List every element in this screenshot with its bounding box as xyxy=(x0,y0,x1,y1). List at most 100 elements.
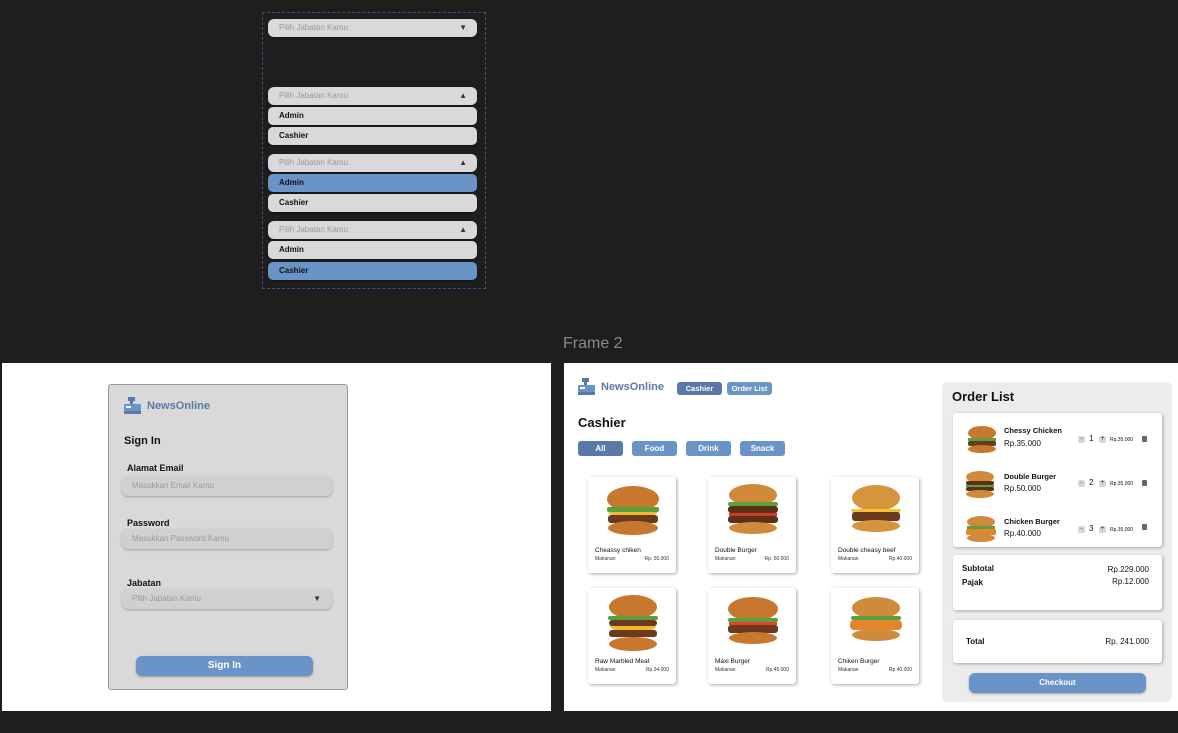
category-tab-drink[interactable]: Drink xyxy=(686,441,731,456)
burger-icon xyxy=(728,597,778,644)
product-card[interactable]: Double Burger Makanan Rp. 50.000 xyxy=(708,477,796,573)
chevron-down-icon: ▼ xyxy=(313,594,321,603)
role-dropdown-open-cashier-hover[interactable]: Pilih Jabatan Kamu ▲ xyxy=(268,221,477,239)
nav-order-list[interactable]: Order List xyxy=(727,382,772,395)
chevron-up-icon: ▲ xyxy=(459,225,467,234)
category-tab-all[interactable]: All xyxy=(578,441,623,456)
signin-brand: NewsOnline xyxy=(123,396,210,415)
product-card[interactable]: Chiken Burger Makanan Rp.40.000 xyxy=(831,588,919,684)
category-tab-snack[interactable]: Snack xyxy=(740,441,785,456)
order-item: Double Burger Rp.50.000 - 2 + Rp.35.000 xyxy=(953,466,1162,506)
cheese-burger-icon xyxy=(851,485,901,532)
product-category: Makanan xyxy=(838,556,859,562)
dropdown-option-admin[interactable]: Admin xyxy=(268,174,477,192)
product-price: Rp.45.000 xyxy=(765,667,789,673)
order-item-price: Rp.50.000 xyxy=(1004,484,1041,493)
increase-qty-button[interactable]: + xyxy=(1099,436,1106,443)
order-item: Chicken Burger Rp.40.000 - 3 + Rp.35.000 xyxy=(953,510,1162,550)
checkout-button[interactable]: Checkout xyxy=(969,673,1146,693)
increase-qty-button[interactable]: + xyxy=(1099,526,1106,533)
chicken-burger-icon xyxy=(850,597,902,641)
role-dropdown-open[interactable]: Pilih Jabatan Kamu ▲ xyxy=(268,87,477,105)
product-price: Rp.34.000 xyxy=(645,667,669,673)
decrease-qty-button[interactable]: - xyxy=(1078,526,1085,533)
cashier-brand: NewsOnline xyxy=(577,377,664,396)
product-card[interactable]: Cheassy chiken Makanan Rp. 35.000 xyxy=(588,477,676,573)
order-item-name: Chicken Burger xyxy=(1004,517,1060,526)
product-category: Makanan xyxy=(595,667,616,673)
dropdown-option-admin[interactable]: Admin xyxy=(268,241,477,259)
order-item-total: Rp.35.000 xyxy=(1110,437,1134,443)
product-card[interactable]: Maxi Burger Makanan Rp.45.000 xyxy=(708,588,796,684)
product-name: Maxi Burger xyxy=(715,658,751,665)
order-total-box: Total Rp. 241.000 xyxy=(953,620,1162,663)
product-name: Double cheasy beef xyxy=(838,547,896,554)
password-label: Password xyxy=(127,518,170,528)
product-name: Chiken Burger xyxy=(838,658,880,665)
order-item-qty: 1 xyxy=(1089,434,1094,443)
dropdown-option-cashier[interactable]: Cashier xyxy=(268,262,477,280)
dropdown-placeholder: Pilih Jabatan Kamu xyxy=(279,225,348,234)
brand-name: NewsOnline xyxy=(601,380,664,393)
product-price: Rp. 35.000 xyxy=(644,556,669,562)
cheese-burger-icon xyxy=(607,486,659,535)
order-items-box: Chessy Chicken Rp.35.000 - 1 + Rp.35.000… xyxy=(953,413,1162,547)
product-price: Rp.40.000 xyxy=(888,556,912,562)
nav-cashier[interactable]: Cashier xyxy=(677,382,722,395)
order-item-total: Rp.35.000 xyxy=(1110,481,1134,487)
email-field[interactable]: Masukkan Email Kamu xyxy=(122,476,332,496)
email-label: Alamat Email xyxy=(127,463,184,473)
decrease-qty-button[interactable]: - xyxy=(1078,480,1085,487)
dropdown-option-admin[interactable]: Admin xyxy=(268,107,477,125)
tax-value: Rp.12.000 xyxy=(1112,577,1149,586)
dropdown-placeholder: Pilih Jabatan Kamu xyxy=(279,23,348,32)
total-value: Rp. 241.000 xyxy=(1105,637,1149,646)
order-item-total: Rp.35.000 xyxy=(1110,527,1134,533)
product-category: Makanan xyxy=(838,667,859,673)
total-label: Total xyxy=(966,637,985,646)
password-field[interactable]: Masukkan Password Kamu xyxy=(122,529,332,549)
trash-icon[interactable] xyxy=(1142,436,1147,442)
product-card[interactable]: Double cheasy beef Makanan Rp.40.000 xyxy=(831,477,919,573)
brand-name: NewsOnline xyxy=(147,399,210,412)
chevron-up-icon: ▲ xyxy=(459,91,467,100)
dropdown-option-cashier[interactable]: Cashier xyxy=(268,194,477,212)
tax-label: Pajak xyxy=(962,578,983,587)
dropdown-placeholder: Pilih Jabatan Kamu xyxy=(279,91,348,100)
sign-in-button[interactable]: Sign In xyxy=(136,656,313,676)
role-select[interactable]: Pilih Jabatan Kamu ▼ xyxy=(122,589,332,609)
cash-register-icon xyxy=(578,378,595,395)
double-burger-icon xyxy=(728,484,778,534)
product-name: Double Burger xyxy=(715,547,757,554)
order-list-title: Order List xyxy=(952,389,1015,404)
product-category: Makanan xyxy=(715,556,736,562)
order-summary-box: Subtotal Rp.229.000 Pajak Rp.12.000 xyxy=(953,555,1162,610)
product-price: Rp.40.000 xyxy=(888,667,912,673)
order-item-price: Rp.40.000 xyxy=(1004,529,1041,538)
order-item-price: Rp.35.000 xyxy=(1004,439,1041,448)
cash-register-icon xyxy=(124,397,141,414)
signin-title: Sign In xyxy=(124,435,161,447)
product-price: Rp. 50.000 xyxy=(764,556,789,562)
decrease-qty-button[interactable]: - xyxy=(1078,436,1085,443)
order-item-name: Double Burger xyxy=(1004,472,1057,481)
subtotal-label: Subtotal xyxy=(962,564,994,573)
role-dropdown-closed[interactable]: Pilih Jabatan Kamu ▼ xyxy=(268,19,477,37)
increase-qty-button[interactable]: + xyxy=(1099,480,1106,487)
order-item-qty: 3 xyxy=(1089,524,1094,533)
product-category: Makanan xyxy=(595,556,616,562)
product-name: Cheassy chiken xyxy=(595,547,641,554)
product-name: Raw Marbled Meat xyxy=(595,658,650,665)
burger-thumbnail-icon xyxy=(966,471,994,498)
order-item-name: Chessy Chicken xyxy=(1004,426,1062,435)
trash-icon[interactable] xyxy=(1142,524,1147,530)
product-card[interactable]: Raw Marbled Meat Makanan Rp.34.000 xyxy=(588,588,676,684)
tall-burger-icon xyxy=(608,595,658,651)
category-tab-food[interactable]: Food xyxy=(632,441,677,456)
role-placeholder: Pilih Jabatan Kamu xyxy=(132,594,201,603)
role-dropdown-open-admin-hover[interactable]: Pilih Jabatan Kamu ▲ xyxy=(268,154,477,172)
trash-icon[interactable] xyxy=(1142,480,1147,486)
dropdown-option-cashier[interactable]: Cashier xyxy=(268,127,477,145)
chevron-down-icon: ▼ xyxy=(459,23,467,32)
order-item: Chessy Chicken Rp.35.000 - 1 + Rp.35.000 xyxy=(953,421,1162,461)
